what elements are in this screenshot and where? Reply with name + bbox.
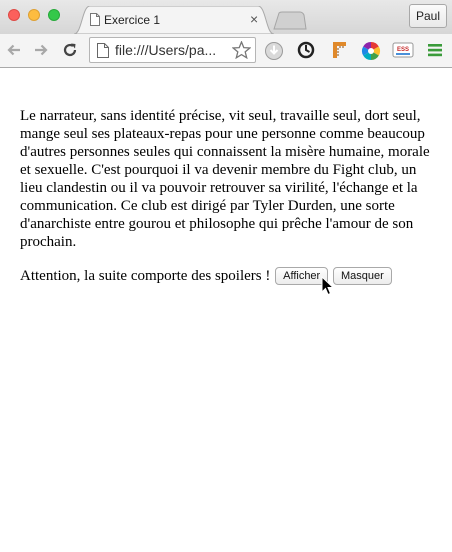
synopsis-paragraph: Le narrateur, sans identité précise, vit… — [20, 108, 430, 250]
window-maximize-button[interactable] — [48, 9, 60, 21]
ess-extension-label: ESS — [397, 47, 409, 53]
address-bar[interactable]: file:///Users/pa... — [89, 37, 256, 63]
tab-exercice-1[interactable]: Exercice 1 × — [74, 6, 274, 34]
back-arrow-icon[interactable] — [6, 42, 22, 58]
browser-toolbar: file:///Users/pa... ESS — [0, 34, 452, 68]
document-icon — [97, 43, 109, 58]
tab-close-icon[interactable]: × — [250, 12, 258, 26]
tab-title: Exercice 1 — [104, 13, 161, 27]
spoiler-warning: Attention, la suite comporte des spoiler… — [20, 268, 271, 284]
tab-strip: Exercice 1 × Paul — [0, 0, 452, 34]
ruler-icon[interactable] — [330, 41, 348, 59]
profile-button[interactable]: Paul — [409, 4, 447, 28]
sync-icon[interactable] — [297, 41, 315, 59]
window-minimize-button[interactable] — [28, 9, 40, 21]
page-content: Le narrateur, sans identité précise, vit… — [20, 107, 432, 286]
forward-arrow-icon[interactable] — [33, 42, 49, 58]
hide-button[interactable]: Masquer — [332, 266, 392, 285]
spoiler-line: Attention, la suite comporte des spoiler… — [20, 266, 432, 286]
ess-extension-icon[interactable]: ESS — [392, 41, 414, 61]
url-text: file:///Users/pa... — [115, 42, 217, 58]
window-close-button[interactable] — [8, 9, 20, 21]
new-tab-button[interactable] — [272, 11, 308, 30]
menu-icon[interactable] — [427, 41, 443, 59]
mouse-cursor-icon — [321, 276, 335, 296]
reload-icon[interactable] — [62, 42, 78, 58]
page-icon — [90, 13, 100, 26]
color-wheel-icon[interactable] — [361, 41, 381, 61]
bookmark-star-icon[interactable] — [232, 41, 251, 59]
download-icon[interactable] — [264, 41, 284, 61]
